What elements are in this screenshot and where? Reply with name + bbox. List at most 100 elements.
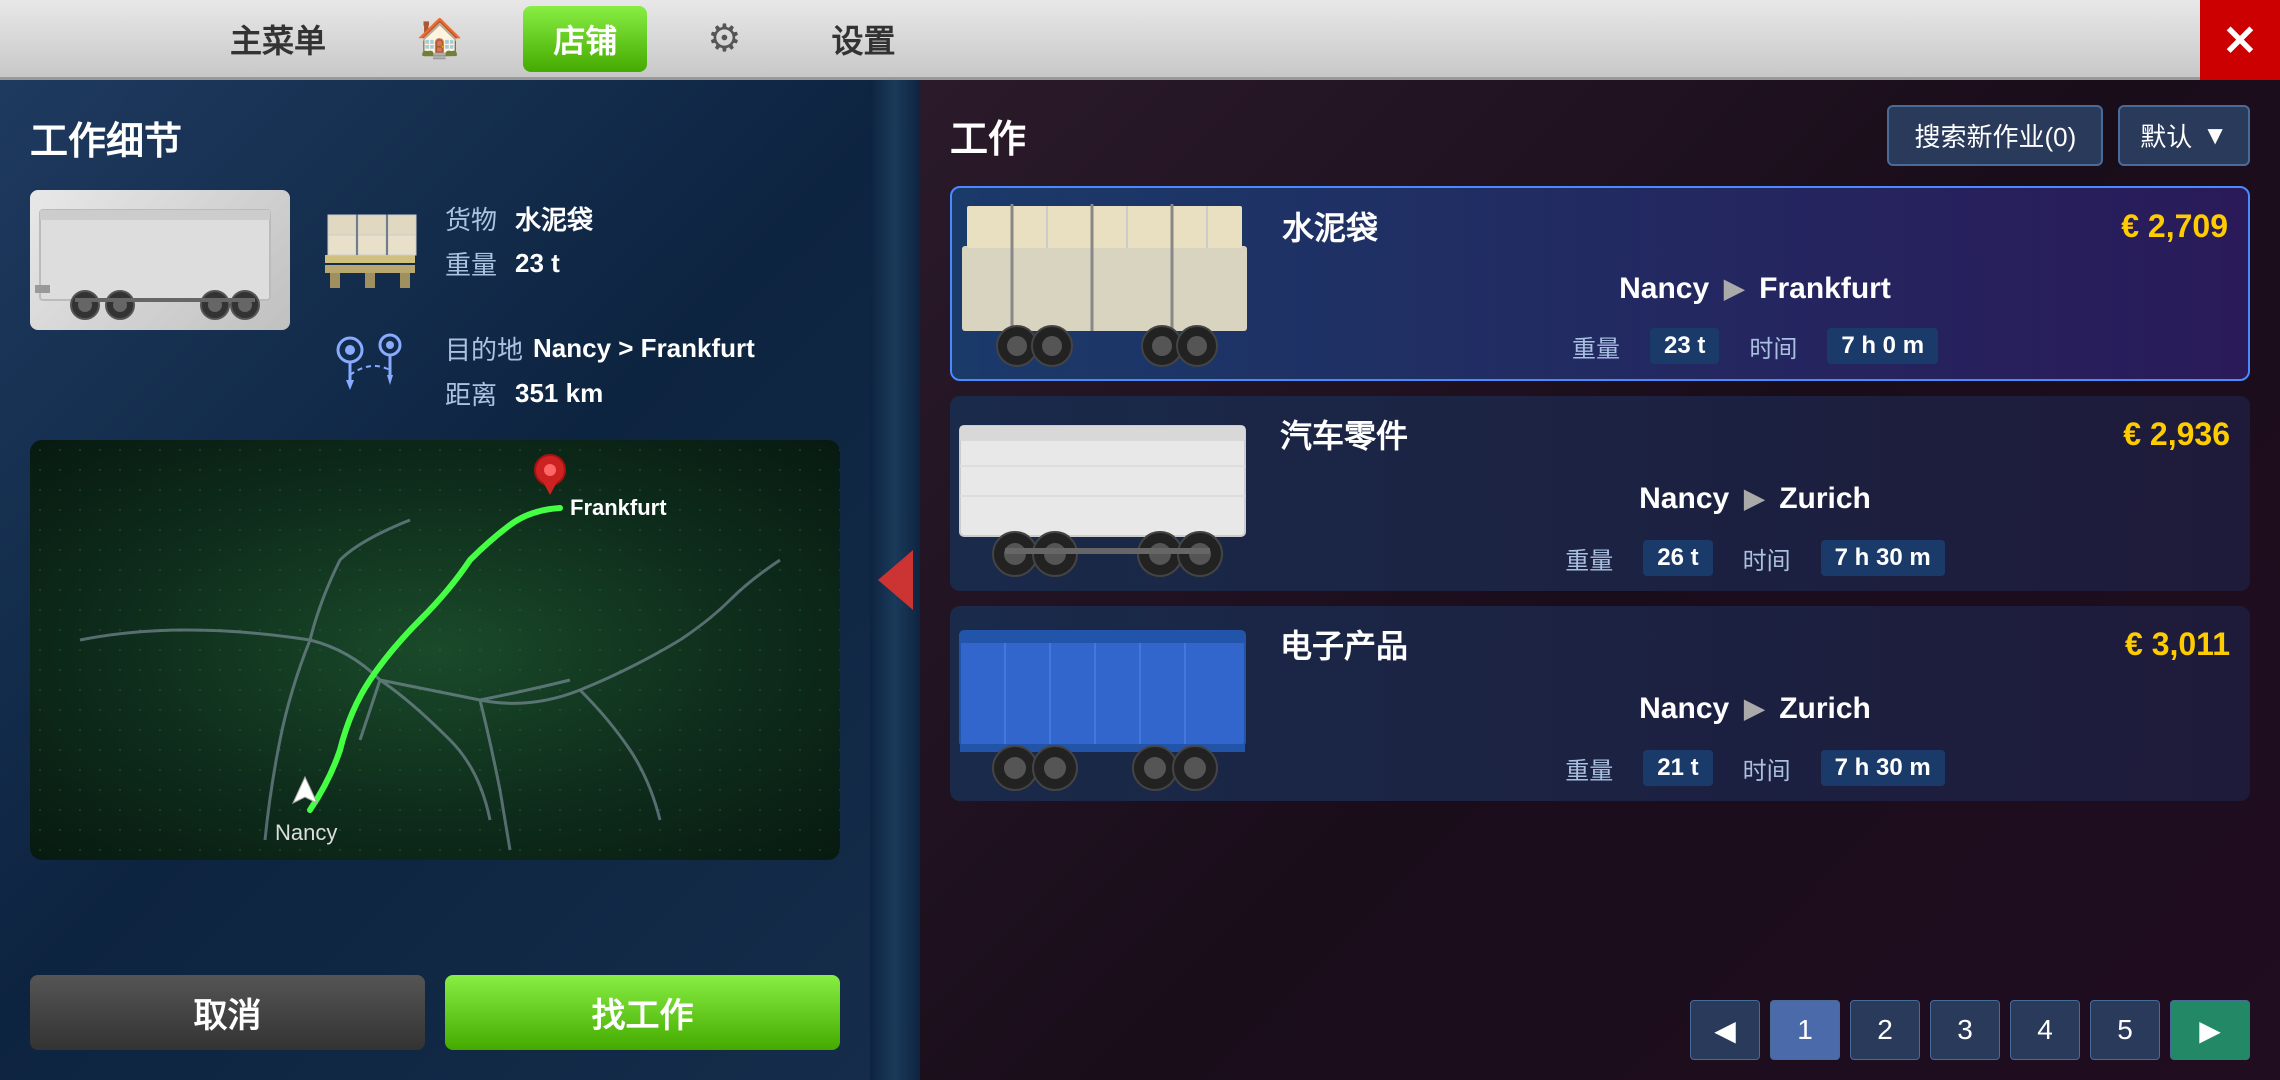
truck-image xyxy=(30,190,290,330)
job-detail-top: 货物 水泥袋 重量 23 t xyxy=(30,190,840,420)
job-card-1-info: 水泥袋 € 2,709 Nancy ▶ Frankfurt 重量 23 t 时间… xyxy=(1262,188,2248,379)
job-card-3-header: 电子产品 € 3,011 xyxy=(1280,621,2230,667)
panel-divider xyxy=(870,80,920,1080)
time-stat-value-1: 7 h 0 m xyxy=(1827,328,1938,364)
job-card-2-header: 汽车零件 € 2,936 xyxy=(1280,411,2230,457)
main-content: 工作细节 xyxy=(0,80,2280,1080)
route-arrow-icon: ▶ xyxy=(1724,273,1744,304)
weight-stat-value-3: 21 t xyxy=(1643,750,1712,786)
job-card-1-image xyxy=(952,188,1262,379)
job-3-stats: 重量 21 t 时间 7 h 30 m xyxy=(1280,750,2230,786)
job-card-1[interactable]: 水泥袋 € 2,709 Nancy ▶ Frankfurt 重量 23 t 时间… xyxy=(950,186,2250,381)
route-arrow-icon-3: ▶ xyxy=(1744,693,1764,724)
weight-stat-label-3: 重量 xyxy=(1565,751,1613,786)
weight-stat-value-1: 23 t xyxy=(1650,328,1719,364)
job-1-to: Frankfurt xyxy=(1759,272,1891,306)
job-info-section: 货物 水泥袋 重量 23 t xyxy=(310,190,840,420)
weight-stat-value-2: 26 t xyxy=(1643,540,1712,576)
page-3-button[interactable]: 3 xyxy=(1930,1000,2000,1060)
cargo-label: 货物 xyxy=(445,200,505,237)
close-button[interactable]: ✕ xyxy=(2200,0,2280,80)
nav-shop[interactable]: 店铺 xyxy=(523,6,647,72)
right-panel: 工作 搜索新作业(0) 默认 ▼ xyxy=(920,80,2280,1080)
time-stat-label-1: 时间 xyxy=(1749,329,1797,364)
time-stat-label-2: 时间 xyxy=(1743,541,1791,576)
weight-stat-label-2: 重量 xyxy=(1565,541,1613,576)
left-panel-title: 工作细节 xyxy=(30,110,840,165)
job-card-2-image xyxy=(950,396,1260,591)
right-panel-title: 工作 xyxy=(950,108,1026,163)
destination-label: 目的地 xyxy=(445,330,523,367)
nav-gear-icon[interactable]: ⚙ xyxy=(707,16,741,61)
destination-value: Nancy > Frankfurt xyxy=(533,333,755,364)
job-2-to: Zurich xyxy=(1779,482,1871,516)
cancel-button[interactable]: 取消 xyxy=(30,975,425,1050)
nav-settings[interactable]: 设置 xyxy=(801,6,925,72)
location-icon xyxy=(310,325,430,405)
default-label: 默认 xyxy=(2140,117,2192,154)
job-2-price: € 2,936 xyxy=(2123,416,2230,453)
cargo-row: 货物 水泥袋 重量 23 t xyxy=(310,190,840,310)
job-3-route: Nancy ▶ Zurich xyxy=(1280,692,2230,726)
job-1-price: € 2,709 xyxy=(2121,208,2228,245)
location-details: 目的地 Nancy > Frankfurt 距离 351 km xyxy=(445,325,840,420)
job-1-from: Nancy xyxy=(1619,272,1709,306)
job-2-route: Nancy ▶ Zurich xyxy=(1280,482,2230,516)
job-2-stats: 重量 26 t 时间 7 h 30 m xyxy=(1280,540,2230,576)
search-new-jobs-button[interactable]: 搜索新作业(0) xyxy=(1887,105,2103,166)
cargo-value: 水泥袋 xyxy=(515,200,593,237)
job-card-1-header: 水泥袋 € 2,709 xyxy=(1282,203,2228,249)
page-prev-button[interactable]: ◀ xyxy=(1690,1000,1760,1060)
page-5-button[interactable]: 5 xyxy=(2090,1000,2160,1060)
job-3-to: Zurich xyxy=(1779,692,1871,726)
job-2-from: Nancy xyxy=(1639,482,1729,516)
distance-row: 距离 351 km xyxy=(445,375,840,412)
nav-home-icon[interactable]: 🏠 xyxy=(416,17,463,61)
map-svg: Frankfurt Nancy xyxy=(30,440,840,860)
job-3-cargo: 电子产品 xyxy=(1280,621,1408,667)
bottom-buttons: 取消 找工作 xyxy=(30,975,840,1050)
distance-label: 距离 xyxy=(445,375,505,412)
dropdown-arrow-icon: ▼ xyxy=(2202,120,2228,151)
route-arrow-icon-2: ▶ xyxy=(1744,483,1764,514)
cargo-icon xyxy=(310,190,430,310)
distance-value: 351 km xyxy=(515,378,603,409)
cargo-details: 货物 水泥袋 重量 23 t xyxy=(445,190,840,290)
job-card-3-image xyxy=(950,606,1260,801)
svg-text:Frankfurt: Frankfurt xyxy=(570,495,667,520)
job-3-from: Nancy xyxy=(1639,692,1729,726)
job-list: 水泥袋 € 2,709 Nancy ▶ Frankfurt 重量 23 t 时间… xyxy=(950,186,2250,801)
collapse-arrow-icon[interactable] xyxy=(878,550,913,610)
job-2-cargo: 汽车零件 xyxy=(1280,411,1408,457)
page-1-button[interactable]: 1 xyxy=(1770,1000,1840,1060)
nav-main-menu[interactable]: 主菜单 xyxy=(200,6,356,72)
job-card-2[interactable]: 汽车零件 € 2,936 Nancy ▶ Zurich 重量 26 t 时间 7… xyxy=(950,396,2250,591)
right-header: 工作 搜索新作业(0) 默认 ▼ xyxy=(950,105,2250,166)
time-stat-label-3: 时间 xyxy=(1743,751,1791,786)
map-area: Frankfurt Nancy xyxy=(30,440,840,860)
weight-stat-label-1: 重量 xyxy=(1572,329,1620,364)
pagination: ◀ 1 2 3 4 5 ▶ xyxy=(930,1000,2280,1060)
page-4-button[interactable]: 4 xyxy=(2010,1000,2080,1060)
left-panel: 工作细节 xyxy=(0,80,870,1080)
nav-items: 主菜单 🏠 店铺 ⚙ 设置 xyxy=(0,6,2280,72)
page-next-button[interactable]: ▶ xyxy=(2170,1000,2250,1060)
job-1-stats: 重量 23 t 时间 7 h 0 m xyxy=(1282,328,2228,364)
job-card-2-info: 汽车零件 € 2,936 Nancy ▶ Zurich 重量 26 t 时间 7… xyxy=(1260,396,2250,591)
location-row: 目的地 Nancy > Frankfurt 距离 351 km xyxy=(310,325,840,420)
top-nav: 主菜单 🏠 店铺 ⚙ 设置 ✕ xyxy=(0,0,2280,80)
job-card-3-info: 电子产品 € 3,011 Nancy ▶ Zurich 重量 21 t 时间 7… xyxy=(1260,606,2250,801)
weight-detail-row: 重量 23 t xyxy=(445,245,840,282)
job-1-route: Nancy ▶ Frankfurt xyxy=(1282,272,2228,306)
time-stat-value-2: 7 h 30 m xyxy=(1821,540,1945,576)
find-job-button[interactable]: 找工作 xyxy=(445,975,840,1050)
job-1-cargo: 水泥袋 xyxy=(1282,203,1378,249)
destination-row: 目的地 Nancy > Frankfurt xyxy=(445,330,840,367)
weight-label: 重量 xyxy=(445,245,505,282)
right-controls: 搜索新作业(0) 默认 ▼ xyxy=(1887,105,2250,166)
job-3-price: € 3,011 xyxy=(2125,626,2230,663)
default-sort-button[interactable]: 默认 ▼ xyxy=(2118,105,2250,166)
job-card-3[interactable]: 电子产品 € 3,011 Nancy ▶ Zurich 重量 21 t 时间 7… xyxy=(950,606,2250,801)
page-2-button[interactable]: 2 xyxy=(1850,1000,1920,1060)
weight-value: 23 t xyxy=(515,248,560,279)
